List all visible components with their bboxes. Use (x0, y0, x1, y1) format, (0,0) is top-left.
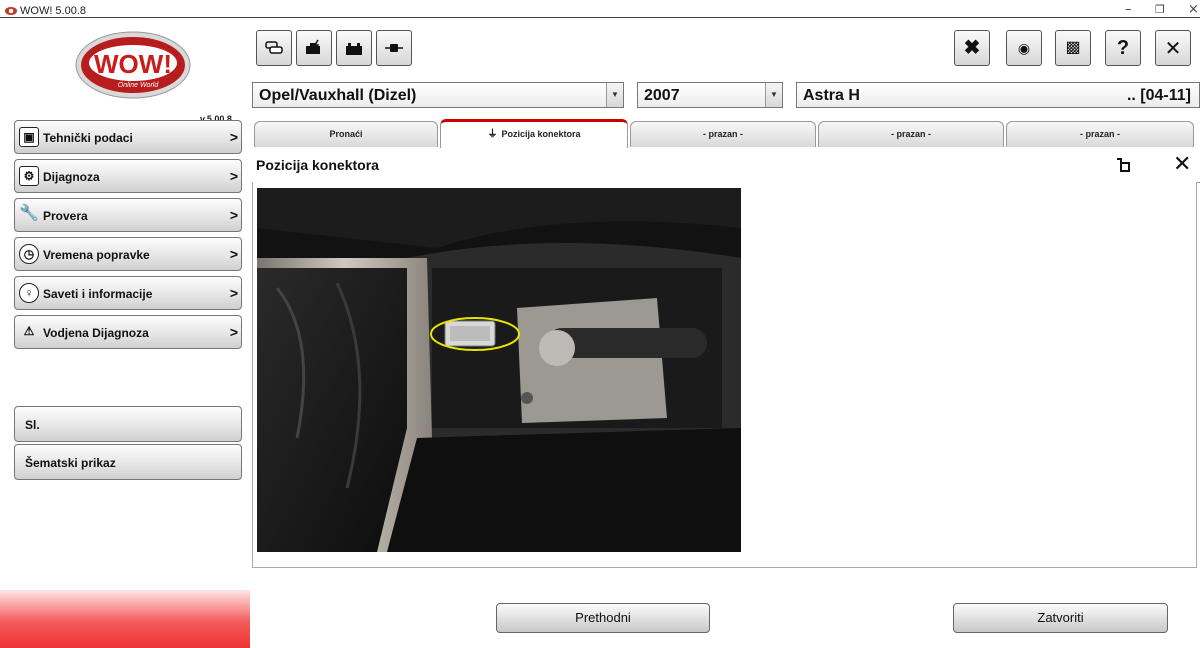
sidebar-item-repair-times[interactable]: ◷ Vremena popravke > (14, 237, 242, 271)
tab-label: Pozicija konektora (501, 129, 581, 139)
model-range: .. [04-11] (1126, 87, 1191, 104)
sidebar: WOW! Online World v.5.00.8 ▣ Tehnički po… (0, 18, 250, 648)
close-button[interactable]: Zatvoriti (953, 603, 1168, 633)
sidebar-item-images[interactable]: Sl. (14, 406, 242, 442)
undock-icon[interactable] (1116, 158, 1130, 172)
chevron-down-icon: ▼ (765, 83, 782, 107)
tab-empty-2[interactable]: - prazan - (818, 121, 1004, 147)
panel-header: Pozicija konektora ✕ (252, 148, 1200, 183)
engine-button[interactable] (296, 30, 332, 66)
year-value: 2007 (644, 87, 680, 104)
year-select[interactable]: 2007 ▼ (637, 82, 783, 108)
gift-button[interactable]: ▩ (1055, 30, 1091, 66)
info-screen-icon: ▣ (19, 127, 39, 147)
window-close-button[interactable]: × (1188, 2, 1199, 17)
sidebar-item-schematics[interactable]: Šematski prikaz (14, 444, 242, 480)
sidebar-item-diagnosis[interactable]: ⚙ Dijagnoza > (14, 159, 242, 193)
lightbulb-icon: ♀ (19, 283, 39, 303)
chevron-right-icon: > (229, 129, 238, 145)
diagnosis-icon: ⚙ (19, 166, 39, 186)
tools-icon: ✖ (963, 37, 981, 59)
tab-label: - prazan - (1079, 129, 1120, 139)
sidebar-item-guided-diagnosis[interactable]: ⚠ Vodjena Dijagnoza > (14, 315, 242, 349)
sidebar-item-label: Vodjena Dijagnoza (43, 326, 149, 340)
svg-text:Online World: Online World (118, 82, 160, 89)
clock-icon: ◷ (19, 244, 39, 264)
cars-icon (265, 41, 283, 54)
close-app-button[interactable]: ✕ (1155, 30, 1191, 66)
minimize-button[interactable]: – (1125, 2, 1132, 17)
tab-empty-1[interactable]: - prazan - (630, 121, 816, 147)
model-select[interactable]: Astra H .. [04-11] (796, 82, 1200, 108)
chevron-right-icon: > (229, 324, 238, 340)
wrench-icon: 🔧 (19, 205, 39, 222)
tab-empty-3[interactable]: - prazan - (1006, 121, 1194, 147)
help-button[interactable]: ? (1105, 30, 1141, 66)
make-select[interactable]: Opel/Vauxhall (Dizel) ▼ (252, 82, 624, 108)
cars-button[interactable] (256, 30, 292, 66)
sidebar-item-label: Provera (43, 209, 88, 223)
plug-icon: ⏚ (487, 129, 498, 140)
sensor-icon: ◉ (1017, 40, 1031, 56)
panel-close-button[interactable]: ✕ (1173, 152, 1191, 177)
tab-label: - prazan - (890, 129, 931, 139)
chevron-down-icon: ▼ (606, 83, 623, 107)
sidebar-item-tips[interactable]: ♀ Saveti i informacije > (14, 276, 242, 310)
sidebar-item-label: Vremena popravke (43, 248, 150, 262)
tools-button[interactable]: ✖ (954, 30, 990, 66)
maximize-button[interactable]: ❐ (1155, 3, 1165, 16)
sidebar-item-check[interactable]: 🔧 Provera > (14, 198, 242, 232)
chevron-right-icon: > (229, 168, 238, 184)
sensor-button[interactable]: ◉ (1006, 30, 1042, 66)
battery-button[interactable] (336, 30, 372, 66)
chevron-right-icon: > (229, 207, 238, 223)
chevron-right-icon: > (229, 246, 238, 262)
chevron-right-icon: > (229, 285, 238, 301)
previous-button[interactable]: Prethodni (496, 603, 710, 633)
close-icon: ✕ (1164, 36, 1182, 60)
model-value: Astra H (803, 87, 860, 104)
tab-connector-position[interactable]: ⏚ Pozicija konektora (440, 119, 628, 148)
engine-icon (306, 39, 320, 54)
sidebar-item-label: Tehnički podaci (43, 131, 133, 145)
tab-label: - prazan - (702, 129, 743, 139)
connector-location-photo (257, 188, 741, 552)
gift-icon: ▩ (1065, 39, 1081, 56)
sidebar-item-label: Saveti i informacije (43, 287, 153, 301)
tab-find[interactable]: Pronaći (254, 121, 438, 147)
app-icon (5, 7, 17, 15)
connector-button[interactable] (376, 30, 412, 66)
tab-label: Pronaći (329, 129, 363, 139)
sidebar-footer (0, 590, 250, 648)
panel-title: Pozicija konektora (256, 157, 379, 173)
connector-icon (385, 44, 403, 52)
sidebar-item-label: Sl. (25, 418, 40, 432)
help-icon: ? (1116, 37, 1130, 59)
guided-diagnosis-icon: ⚠ (23, 324, 35, 338)
sidebar-item-label: Dijagnoza (43, 170, 100, 184)
sidebar-item-label: Šematski prikaz (25, 456, 116, 470)
svg-text:WOW!: WOW! (94, 49, 172, 79)
window-title: WOW! 5.00.8 (20, 5, 87, 17)
make-value: Opel/Vauxhall (Dizel) (259, 87, 417, 104)
sidebar-item-technical-data[interactable]: ▣ Tehnički podaci > (14, 120, 242, 154)
battery-icon (346, 43, 362, 55)
wow-logo: WOW! Online World (74, 30, 192, 100)
